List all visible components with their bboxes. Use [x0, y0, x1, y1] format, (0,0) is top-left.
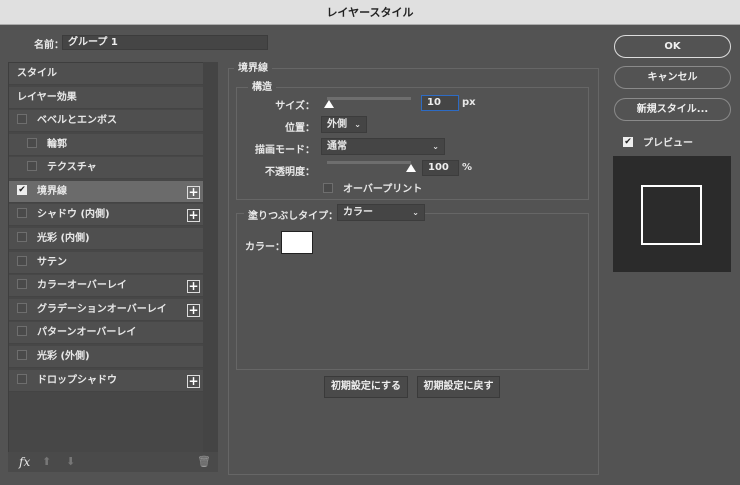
- fill-type-label: 塗りつぶしタイプ：: [244, 207, 343, 222]
- style-checkbox[interactable]: [17, 279, 27, 290]
- add-icon[interactable]: +: [187, 280, 200, 294]
- style-item-label: ドロップシャドウ: [37, 374, 117, 386]
- style-item[interactable]: パターンオーバーレイ: [9, 322, 204, 345]
- style-item[interactable]: ✔ 境界線 +: [9, 180, 204, 203]
- name-input[interactable]: グループ 1: [62, 35, 268, 50]
- name-label: 名前：: [34, 40, 64, 51]
- style-item[interactable]: ベベルとエンボス: [9, 110, 204, 132]
- add-icon[interactable]: +: [187, 374, 200, 388]
- style-item[interactable]: 光彩 (外側): [9, 346, 204, 368]
- style-item-label: グラデーションオーバーレイ: [37, 303, 167, 315]
- style-item[interactable]: 輪郭: [9, 133, 204, 156]
- style-item-label: シャドウ (内側): [37, 209, 110, 221]
- style-item-label: サテン: [37, 256, 67, 268]
- style-item[interactable]: ドロップシャドウ +: [9, 369, 204, 392]
- preview-square: [641, 185, 702, 245]
- move-up-icon[interactable]: ⬆: [42, 455, 51, 468]
- preview-label: プレビュー: [643, 138, 693, 149]
- reset-default-button[interactable]: 初期設定に戻す: [417, 376, 500, 398]
- style-checkbox[interactable]: [17, 232, 27, 242]
- move-down-icon[interactable]: ⬇: [66, 455, 75, 468]
- style-checkbox[interactable]: [17, 326, 27, 337]
- styles-list: スタイル レイヤー効果 ベベルとエンボス 輪郭 テクスチャ ✔ 境界線 + シャドウ (内側…: [8, 62, 218, 472]
- style-checkbox[interactable]: ✔: [17, 184, 27, 195]
- cancel-button[interactable]: キャンセル: [614, 66, 731, 89]
- style-checkbox[interactable]: [17, 302, 27, 313]
- add-icon[interactable]: +: [187, 209, 200, 223]
- size-slider[interactable]: [327, 97, 411, 100]
- overprint-box[interactable]: [323, 183, 333, 193]
- style-item-label: パターンオーバーレイ: [37, 327, 137, 339]
- opacity-unit: %: [462, 162, 473, 173]
- style-item-label: カラーオーバーレイ: [37, 280, 127, 292]
- style-item-label: 光彩 (外側): [37, 351, 90, 362]
- style-checkbox[interactable]: [17, 255, 27, 266]
- style-item-label: テクスチャ: [47, 162, 97, 174]
- style-item-label: ベベルとエンボス: [37, 115, 117, 126]
- style-item-label: 光彩 (内側): [37, 233, 90, 244]
- fill-type-select[interactable]: カラー ⌄: [337, 204, 425, 221]
- styles-scrollbar[interactable]: [203, 62, 218, 452]
- style-item[interactable]: カラーオーバーレイ +: [9, 275, 204, 298]
- style-checkbox[interactable]: [17, 208, 27, 219]
- new-style-button[interactable]: 新規スタイル...: [614, 98, 731, 121]
- opacity-label: 不透明度：: [265, 167, 315, 178]
- style-item-label: 輪郭: [47, 138, 67, 150]
- style-checkbox[interactable]: [27, 161, 37, 172]
- make-default-button[interactable]: 初期設定にする: [324, 376, 408, 398]
- position-label: 位置：: [285, 123, 315, 134]
- add-icon[interactable]: +: [187, 185, 200, 199]
- blend-mode-select[interactable]: 通常 ⌄: [321, 138, 445, 155]
- style-item[interactable]: シャドウ (内側) +: [9, 204, 204, 227]
- style-checkbox[interactable]: [27, 137, 37, 148]
- position-value: 外側: [327, 119, 347, 130]
- title-bar: レイヤースタイル: [0, 0, 740, 25]
- opacity-slider[interactable]: [327, 161, 411, 164]
- fx-icon[interactable]: fx: [19, 455, 30, 469]
- chevron-down-icon: ⌄: [432, 142, 439, 151]
- position-select[interactable]: 外側 ⌄: [321, 116, 367, 133]
- color-label: カラー：: [245, 242, 285, 253]
- chevron-down-icon: ⌄: [354, 120, 361, 129]
- overprint-label: オーバープリント: [343, 184, 423, 195]
- style-item[interactable]: サテン: [9, 251, 204, 274]
- style-item[interactable]: テクスチャ: [9, 157, 204, 180]
- fill-type-value: カラー: [343, 207, 373, 218]
- opacity-input[interactable]: 100: [422, 160, 459, 176]
- structure-title: 構造: [248, 78, 276, 93]
- style-checkbox[interactable]: [17, 114, 27, 124]
- blend-mode-value: 通常: [327, 141, 347, 152]
- preview-thumbnail: [613, 156, 731, 272]
- checkmark-icon[interactable]: ✔: [623, 137, 633, 147]
- style-item-label: 境界線: [37, 185, 67, 197]
- style-checkbox[interactable]: [17, 350, 27, 360]
- opacity-slider-thumb[interactable]: [406, 164, 416, 172]
- color-swatch[interactable]: [281, 231, 313, 254]
- styles-toolbar: fx ⬆ ⬇ 🗑: [8, 452, 218, 472]
- add-icon[interactable]: +: [187, 303, 200, 317]
- size-label: サイズ：: [275, 101, 315, 112]
- size-slider-thumb[interactable]: [323, 100, 334, 108]
- preview-checkbox[interactable]: ✔ プレビュー: [623, 134, 693, 149]
- size-unit: px: [462, 97, 476, 108]
- trash-icon[interactable]: 🗑: [197, 455, 211, 468]
- ok-button[interactable]: OK: [614, 35, 731, 58]
- style-item[interactable]: グラデーションオーバーレイ +: [9, 298, 204, 321]
- layer-effects-header[interactable]: レイヤー効果: [9, 86, 204, 109]
- style-item[interactable]: 光彩 (内側): [9, 228, 204, 250]
- overprint-checkbox[interactable]: オーバープリント: [323, 180, 422, 195]
- size-input[interactable]: 10: [421, 95, 459, 111]
- blend-mode-label: 描画モード：: [255, 145, 315, 156]
- style-checkbox[interactable]: [17, 373, 27, 384]
- stroke-title: 境界線: [234, 59, 272, 74]
- chevron-down-icon: ⌄: [412, 208, 419, 217]
- styles-header[interactable]: スタイル: [9, 63, 204, 85]
